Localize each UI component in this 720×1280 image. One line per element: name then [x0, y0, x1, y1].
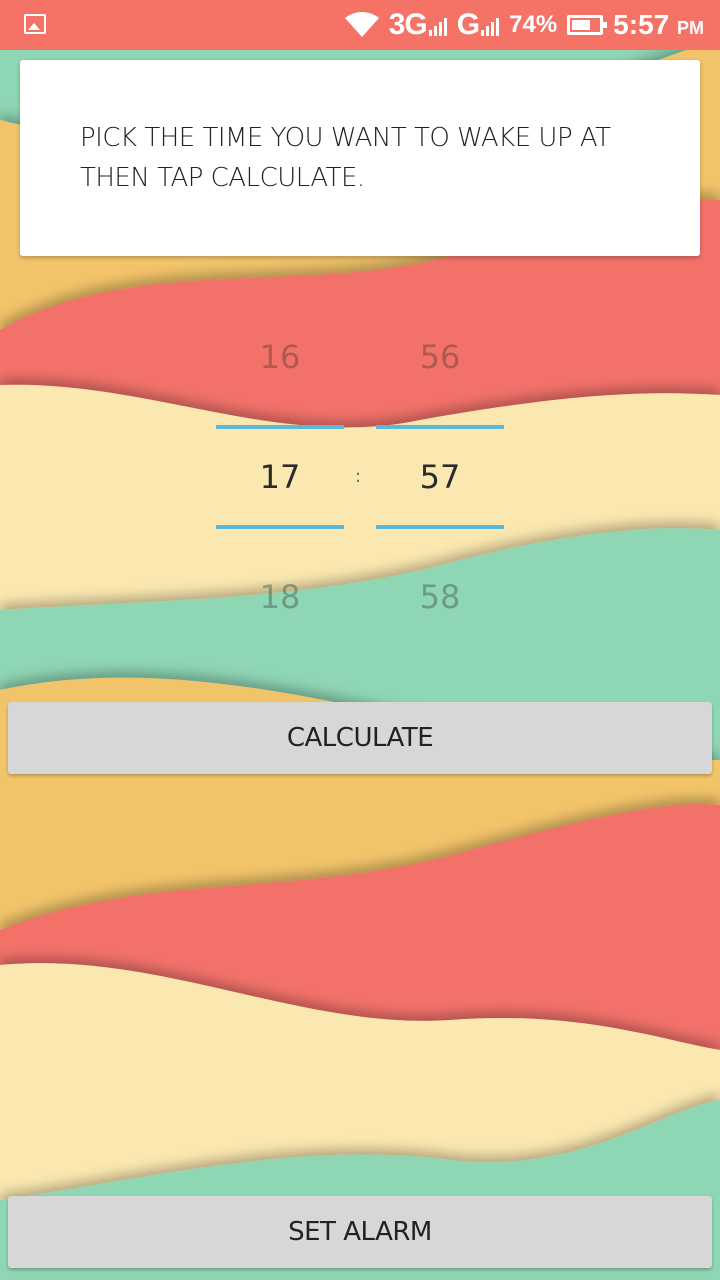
battery-icon [567, 15, 608, 35]
hour-next[interactable]: 18 [216, 578, 344, 616]
signal-g: G [457, 8, 500, 42]
signal-3g: 3G [389, 8, 447, 42]
instructions-card: PICK THE TIME YOU WANT TO WAKE UP AT THE… [20, 60, 700, 256]
status-bar: 3G G 74% 5:57 PM [0, 0, 720, 50]
calculate-button[interactable]: CALCULATE [8, 702, 712, 774]
minute-picker[interactable]: 56 57 58 [376, 320, 504, 640]
battery-percent: 74% [509, 11, 558, 38]
minute-selection-divider [376, 425, 504, 429]
minute-prev[interactable]: 56 [376, 338, 504, 376]
set-alarm-button[interactable]: SET ALARM [8, 1196, 712, 1268]
signal-bars-icon [428, 18, 447, 36]
minute-selection-divider [376, 525, 504, 529]
hour-picker[interactable]: 16 17 18 [216, 320, 344, 640]
hour-prev[interactable]: 16 [216, 338, 344, 376]
signal-bars-icon [481, 18, 500, 36]
minute-selected[interactable]: 57 [376, 458, 504, 496]
hour-selected[interactable]: 17 [216, 458, 344, 496]
status-indicators: 3G G 74% 5:57 PM [344, 0, 704, 50]
clock: 5:57 PM [613, 9, 704, 40]
time-separator: : [355, 466, 362, 487]
minute-next[interactable]: 58 [376, 578, 504, 616]
hour-selection-divider [216, 525, 344, 529]
instructions-text: PICK THE TIME YOU WANT TO WAKE UP AT THE… [80, 123, 611, 193]
hour-selection-divider [216, 425, 344, 429]
gallery-icon [24, 14, 46, 34]
wifi-icon [344, 12, 379, 37]
